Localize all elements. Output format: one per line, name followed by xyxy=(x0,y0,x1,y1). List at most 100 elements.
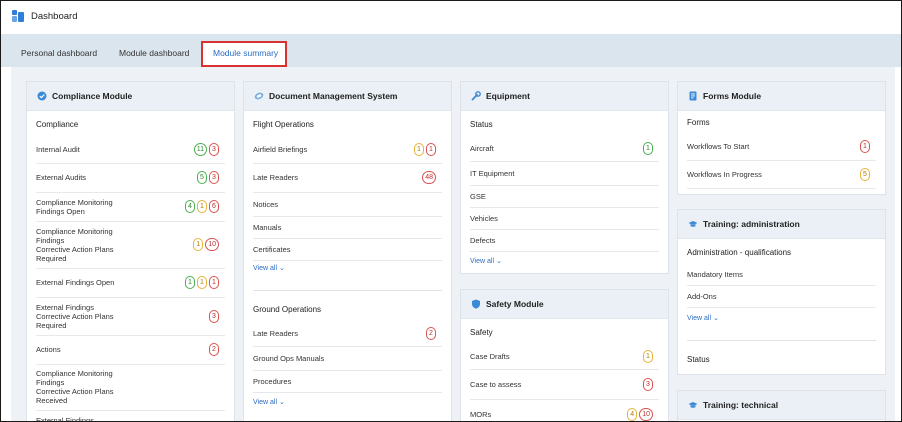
list-item[interactable]: Late Readers 48 xyxy=(253,163,442,193)
card-title: Equipment xyxy=(486,91,530,101)
count-badge[interactable]: 1 xyxy=(643,141,653,155)
count-badge[interactable]: 1 xyxy=(185,276,195,289)
list-item-label: Procedures xyxy=(253,376,292,386)
list-item-label: Defects xyxy=(470,235,496,245)
count-badge[interactable]: 1 xyxy=(193,238,204,251)
section-title: Administration - qualifications xyxy=(687,248,792,257)
count-badge[interactable]: 1 xyxy=(860,139,870,153)
section-title: Compliance xyxy=(36,120,79,129)
tab-personal-dashboard[interactable]: Personal dashboard xyxy=(21,48,97,58)
view-all-link[interactable]: View all ⌄ xyxy=(253,398,285,406)
section-title-status: Status xyxy=(687,355,710,364)
view-all-link[interactable]: View all ⌄ xyxy=(253,264,285,272)
list-item[interactable]: Workflows To Start 1 xyxy=(687,132,876,161)
count-badge[interactable]: 3 xyxy=(209,309,219,323)
list-item[interactable]: Workflows In Progress 5 xyxy=(687,160,876,189)
list-item-label: Aircraft xyxy=(470,143,494,153)
app-window: Dashboard Personal dashboard Module dash… xyxy=(0,0,902,422)
chevron-down-icon: ⌄ xyxy=(278,399,285,406)
list-item[interactable]: Mandatory Items xyxy=(687,263,876,286)
list-item[interactable]: IT Equipment xyxy=(470,161,659,186)
list-item[interactable]: Procedures xyxy=(253,370,442,393)
count-badge[interactable]: 1 xyxy=(426,142,436,156)
count-badge[interactable]: 1 xyxy=(643,349,653,363)
compliance-icon xyxy=(37,91,47,101)
count-badge[interactable]: 1 xyxy=(209,276,219,289)
section-title-ground-operations: Ground Operations xyxy=(253,305,322,314)
list-item[interactable]: External Findings xyxy=(36,410,225,422)
view-all-link[interactable]: View all ⌄ xyxy=(687,314,719,322)
tab-module-dashboard[interactable]: Module dashboard xyxy=(119,48,189,58)
list-item[interactable]: External Audits 5 3 xyxy=(36,163,225,193)
count-badge[interactable]: 5 xyxy=(860,167,870,181)
list-item-label: Ground Ops Manuals xyxy=(253,353,325,363)
count-badges: 1 xyxy=(860,139,870,153)
count-badges: 1 xyxy=(643,141,653,155)
training-technical-card: Training: technical xyxy=(677,390,886,421)
list-item[interactable]: Compliance Monitoring Findings Open 4 1 6 xyxy=(36,192,225,222)
card-header: Safety Module xyxy=(461,290,668,319)
count-badge[interactable]: 3 xyxy=(209,142,219,156)
count-badge[interactable]: 10 xyxy=(205,238,219,251)
card-title: Safety Module xyxy=(486,299,544,309)
divider xyxy=(687,340,876,341)
list-item[interactable]: Certificates xyxy=(253,238,442,261)
count-badge[interactable]: 4 xyxy=(627,407,638,421)
list-item[interactable]: Late Readers 2 xyxy=(253,320,442,347)
list-item[interactable]: External Findings Corrective Action Plan… xyxy=(36,297,225,336)
count-badge[interactable]: 1 xyxy=(414,142,424,156)
list-item[interactable]: Defects xyxy=(470,229,659,252)
list-item[interactable]: Case Drafts 1 xyxy=(470,343,659,370)
card-title: Document Management System xyxy=(269,91,398,101)
safety-module-card: Safety Module Safety Case Drafts 1 Case to… xyxy=(460,289,669,421)
list-item[interactable]: External Findings Open 1 1 1 xyxy=(36,268,225,298)
card-header: Training: technical xyxy=(678,391,885,420)
card-header: Compliance Module xyxy=(27,82,234,111)
list-item-label: Late Readers xyxy=(253,173,299,182)
view-all-link[interactable]: View all ⌄ xyxy=(470,257,502,265)
list-item[interactable]: MORs 4 10 xyxy=(470,399,659,421)
count-badge[interactable]: 10 xyxy=(639,407,653,421)
count-badge[interactable]: 4 xyxy=(185,200,195,213)
list-item[interactable]: Compliance Monitoring Findings Correctiv… xyxy=(36,364,225,411)
list-item[interactable]: Compliance Monitoring Findings Correctiv… xyxy=(36,221,225,269)
list-item[interactable]: Notices xyxy=(253,192,442,217)
count-badge[interactable]: 1 xyxy=(197,276,207,289)
list-item-label: Workflows In Progress xyxy=(687,169,762,179)
list-item-label: External Findings Open xyxy=(36,278,115,287)
app-title: Dashboard xyxy=(31,11,78,22)
card-header: Document Management System xyxy=(244,82,451,111)
list-item-label: Add-Ons xyxy=(687,291,717,301)
count-badge[interactable]: 2 xyxy=(209,343,219,356)
list-item[interactable]: Actions 2 xyxy=(36,335,225,365)
list-item-label: Notices xyxy=(253,199,279,209)
list-item[interactable]: Internal Audit 11 3 xyxy=(36,135,225,164)
list-item[interactable]: Vehicles xyxy=(470,207,659,230)
list-item[interactable]: Airfield Briefings 1 1 xyxy=(253,135,442,164)
count-badge[interactable]: 11 xyxy=(193,142,207,156)
count-badge[interactable]: 3 xyxy=(643,377,653,391)
list-item[interactable]: Case to assess 3 xyxy=(470,369,659,400)
equipment-card: Equipment Status Aircraft 1 IT Equipment GS… xyxy=(460,81,669,274)
count-badges: 11 xyxy=(414,142,436,156)
count-badge[interactable]: 3 xyxy=(209,171,219,184)
count-badges: 53 xyxy=(197,171,219,184)
list-item[interactable]: Manuals xyxy=(253,216,442,239)
list-item-label: Certificates xyxy=(253,244,291,254)
count-badge[interactable]: 5 xyxy=(197,171,207,184)
list-item[interactable]: Add-Ons xyxy=(687,285,876,308)
list-item-label: Compliance Monitoring Findings Correctiv… xyxy=(36,369,114,405)
list-item-label: Airfield Briefings xyxy=(253,144,308,154)
count-badge[interactable]: 6 xyxy=(209,200,219,213)
shield-icon xyxy=(472,299,480,309)
count-badge[interactable]: 2 xyxy=(426,326,436,340)
count-badge[interactable]: 1 xyxy=(197,200,207,213)
count-badge[interactable]: 48 xyxy=(422,171,436,184)
wrench-icon xyxy=(471,91,481,101)
list-item[interactable]: Ground Ops Manuals xyxy=(253,346,442,371)
list-item[interactable]: GSE xyxy=(470,185,659,208)
list-item[interactable]: Aircraft 1 xyxy=(470,135,659,162)
card-header: Equipment xyxy=(461,82,668,111)
section-title: Forms xyxy=(687,118,710,127)
tab-module-summary[interactable]: Module summary xyxy=(213,48,278,58)
